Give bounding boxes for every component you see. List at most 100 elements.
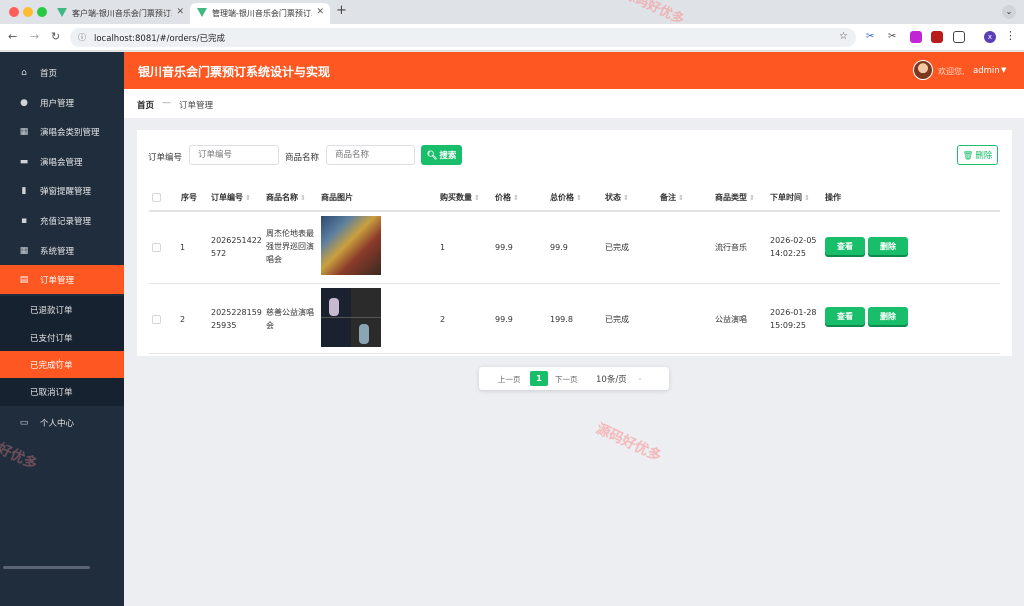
- prev-page-button[interactable]: 上一页: [498, 374, 521, 385]
- search-button[interactable]: 🔍︎ 搜索: [421, 145, 462, 165]
- breadcrumb: 首页 — 订单管理: [124, 89, 1024, 118]
- app-header: 银川音乐会门票预订系统设计与实现 欢迎您, admin ▼: [124, 52, 1024, 89]
- forward-icon[interactable]: →: [30, 30, 39, 43]
- browser-tab-admin[interactable]: 管理端-银川音乐会门票预订系统设计与实现 ✕: [190, 3, 330, 24]
- browser-tabbar: 客户端-银川音乐会门票预订系统设计与实现 ✕ 管理端-银川音乐会门票预订系统设计…: [0, 0, 1024, 24]
- order-no-label: 订单编号: [148, 153, 183, 163]
- quantity: 1: [440, 243, 446, 252]
- sidebar-item-home[interactable]: ⌂ 首页: [0, 58, 124, 87]
- column-header[interactable]: 状态 ⇕: [605, 192, 629, 203]
- column-header[interactable]: 商品名称 ⇕: [266, 192, 306, 203]
- sidebar-item-label: 用户管理: [40, 98, 75, 109]
- bookmark-star-icon[interactable]: ☆: [839, 31, 848, 42]
- row-checkbox[interactable]: [152, 315, 161, 324]
- status: 已完成: [605, 315, 629, 324]
- table-row: 1 2026251422 572 周杰伦地表最 强世界巡回演 唱会 1 99.9 99…: [149, 212, 1000, 284]
- scissors-extension-icon[interactable]: ✂: [866, 31, 878, 43]
- column-header[interactable]: 下单时间 ⇕: [770, 192, 810, 203]
- breadcrumb-home[interactable]: 首页: [137, 99, 154, 111]
- breadcrumb-separator: —: [162, 98, 171, 108]
- sort-icon: ⇕: [749, 194, 755, 202]
- column-header[interactable]: 购买数量 ⇕: [440, 192, 480, 203]
- sidebar-item-concert-categories[interactable]: ▦ 演唱会类别管理: [0, 117, 124, 146]
- home-icon: ⌂: [21, 67, 27, 78]
- chevron-down-icon[interactable]: ▼: [1001, 66, 1006, 74]
- next-page-button[interactable]: 下一页: [555, 374, 578, 385]
- apps-icon: ▦: [19, 245, 29, 256]
- reload-icon[interactable]: ↻: [51, 30, 60, 43]
- sidebar-subitem-cancelled[interactable]: 已取消订单: [0, 378, 124, 406]
- view-button[interactable]: 查看: [825, 307, 865, 325]
- order-number: 2025228159 25935: [211, 308, 262, 330]
- sidebar-item-system[interactable]: ▦ 系统管理: [0, 236, 124, 265]
- search-button-label: 搜索: [439, 150, 457, 160]
- tab-title: 客户端-银川音乐会门票预订系统设计与实现: [72, 9, 172, 18]
- delete-button[interactable]: 删除: [868, 307, 908, 325]
- close-tab-icon[interactable]: ✕: [316, 7, 324, 17]
- sidebar-item-label: 弹窗提醒管理: [40, 186, 92, 197]
- minimize-window-button[interactable]: [23, 7, 33, 17]
- url-text: localhost:8081/#/orders/已完成: [94, 33, 225, 44]
- site-info-icon[interactable]: ⓘ: [78, 32, 86, 43]
- user-icon: ●: [20, 97, 28, 108]
- browser-menu-icon[interactable]: ⋮: [1005, 29, 1016, 42]
- extensions-puzzle-icon[interactable]: [953, 31, 965, 43]
- sidebar-item-label: 演唱会类别管理: [40, 127, 100, 138]
- bulk-delete-button[interactable]: 🗑︎ 删除: [957, 145, 998, 165]
- profile-avatar[interactable]: x: [984, 31, 996, 43]
- url-field[interactable]: ⓘ localhost:8081/#/orders/已完成 ☆: [70, 28, 856, 47]
- product-image[interactable]: [321, 288, 381, 347]
- sidebar-subitem-completed[interactable]: 已完成订单: [0, 351, 124, 379]
- username-menu[interactable]: admin: [973, 66, 1000, 76]
- column-header[interactable]: 价格 ⇕: [495, 192, 519, 203]
- chevron-down-icon[interactable]: ⌄: [637, 374, 643, 382]
- tab-search-icon[interactable]: ⌄: [1002, 5, 1016, 19]
- new-tab-button[interactable]: +: [336, 3, 347, 18]
- sidebar-item-personal-center[interactable]: ▭ 个人中心: [0, 408, 124, 437]
- sidebar-item-label: 个人中心: [40, 418, 75, 429]
- sidebar-scrollbar[interactable]: [3, 566, 90, 569]
- sort-icon: ⇕: [300, 194, 306, 202]
- vue-logo-icon: [197, 8, 207, 17]
- page-size-select[interactable]: 10条/页: [596, 373, 627, 385]
- sidebar-item-recharge[interactable]: ▪ 充值记录管理: [0, 206, 124, 235]
- browser-tab-client[interactable]: 客户端-银川音乐会门票预订系统设计与实现 ✕: [50, 3, 190, 24]
- table-header: 序号 订单编号 ⇕ 商品名称 ⇕ 商品图片 购买数量 ⇕ 价格 ⇕ 总价格 ⇕ 状态 ⇕ 备…: [149, 183, 1000, 212]
- sidebar-item-concerts[interactable]: ▬ 演唱会管理: [0, 147, 124, 176]
- product-name: 周杰伦地表最 强世界巡回演 唱会: [266, 229, 314, 264]
- translate-extension-icon[interactable]: ✂: [888, 31, 900, 43]
- close-tab-icon[interactable]: ✕: [176, 7, 184, 17]
- sidebar-item-users[interactable]: ● 用户管理: [0, 88, 124, 117]
- back-icon[interactable]: ←: [8, 30, 17, 43]
- column-header[interactable]: 商品类型 ⇕: [715, 192, 755, 203]
- bulk-delete-label: 删除: [975, 150, 993, 160]
- view-button[interactable]: 查看: [825, 237, 865, 255]
- maximize-window-button[interactable]: [37, 7, 47, 17]
- select-all-checkbox[interactable]: [152, 193, 161, 202]
- order-number: 2026251422 572: [211, 236, 262, 258]
- status: 已完成: [605, 243, 629, 252]
- sort-icon: ⇕: [804, 194, 810, 202]
- sidebar-subitem-paid[interactable]: 已支付订单: [0, 324, 124, 352]
- record-extension-icon[interactable]: [931, 31, 943, 43]
- column-header[interactable]: 备注 ⇕: [660, 192, 684, 203]
- avatar[interactable]: [913, 60, 933, 80]
- column-header[interactable]: 总价格 ⇕: [550, 192, 582, 203]
- page-number-current[interactable]: 1: [530, 371, 548, 386]
- sidebar-subitem-refunded[interactable]: 已退款订单: [0, 296, 124, 324]
- product-name-input[interactable]: [326, 145, 415, 165]
- download-extension-icon[interactable]: [910, 31, 922, 43]
- row-checkbox[interactable]: [152, 243, 161, 252]
- product-image[interactable]: [321, 216, 381, 275]
- close-window-button[interactable]: [9, 7, 19, 17]
- film-icon: ▮: [21, 185, 27, 196]
- column-header[interactable]: 订单编号 ⇕: [211, 192, 251, 203]
- sidebar-item-popups[interactable]: ▮ 弹窗提醒管理: [0, 176, 124, 205]
- grid-icon: ▦: [19, 126, 29, 137]
- delete-button[interactable]: 删除: [868, 237, 908, 255]
- sidebar-subitem-label: 已取消订单: [30, 388, 73, 398]
- price: 99.9: [495, 243, 513, 252]
- order-no-input[interactable]: [189, 145, 279, 165]
- column-header: 商品图片: [321, 193, 353, 202]
- sidebar-item-orders[interactable]: ▤ 订单管理: [0, 265, 124, 294]
